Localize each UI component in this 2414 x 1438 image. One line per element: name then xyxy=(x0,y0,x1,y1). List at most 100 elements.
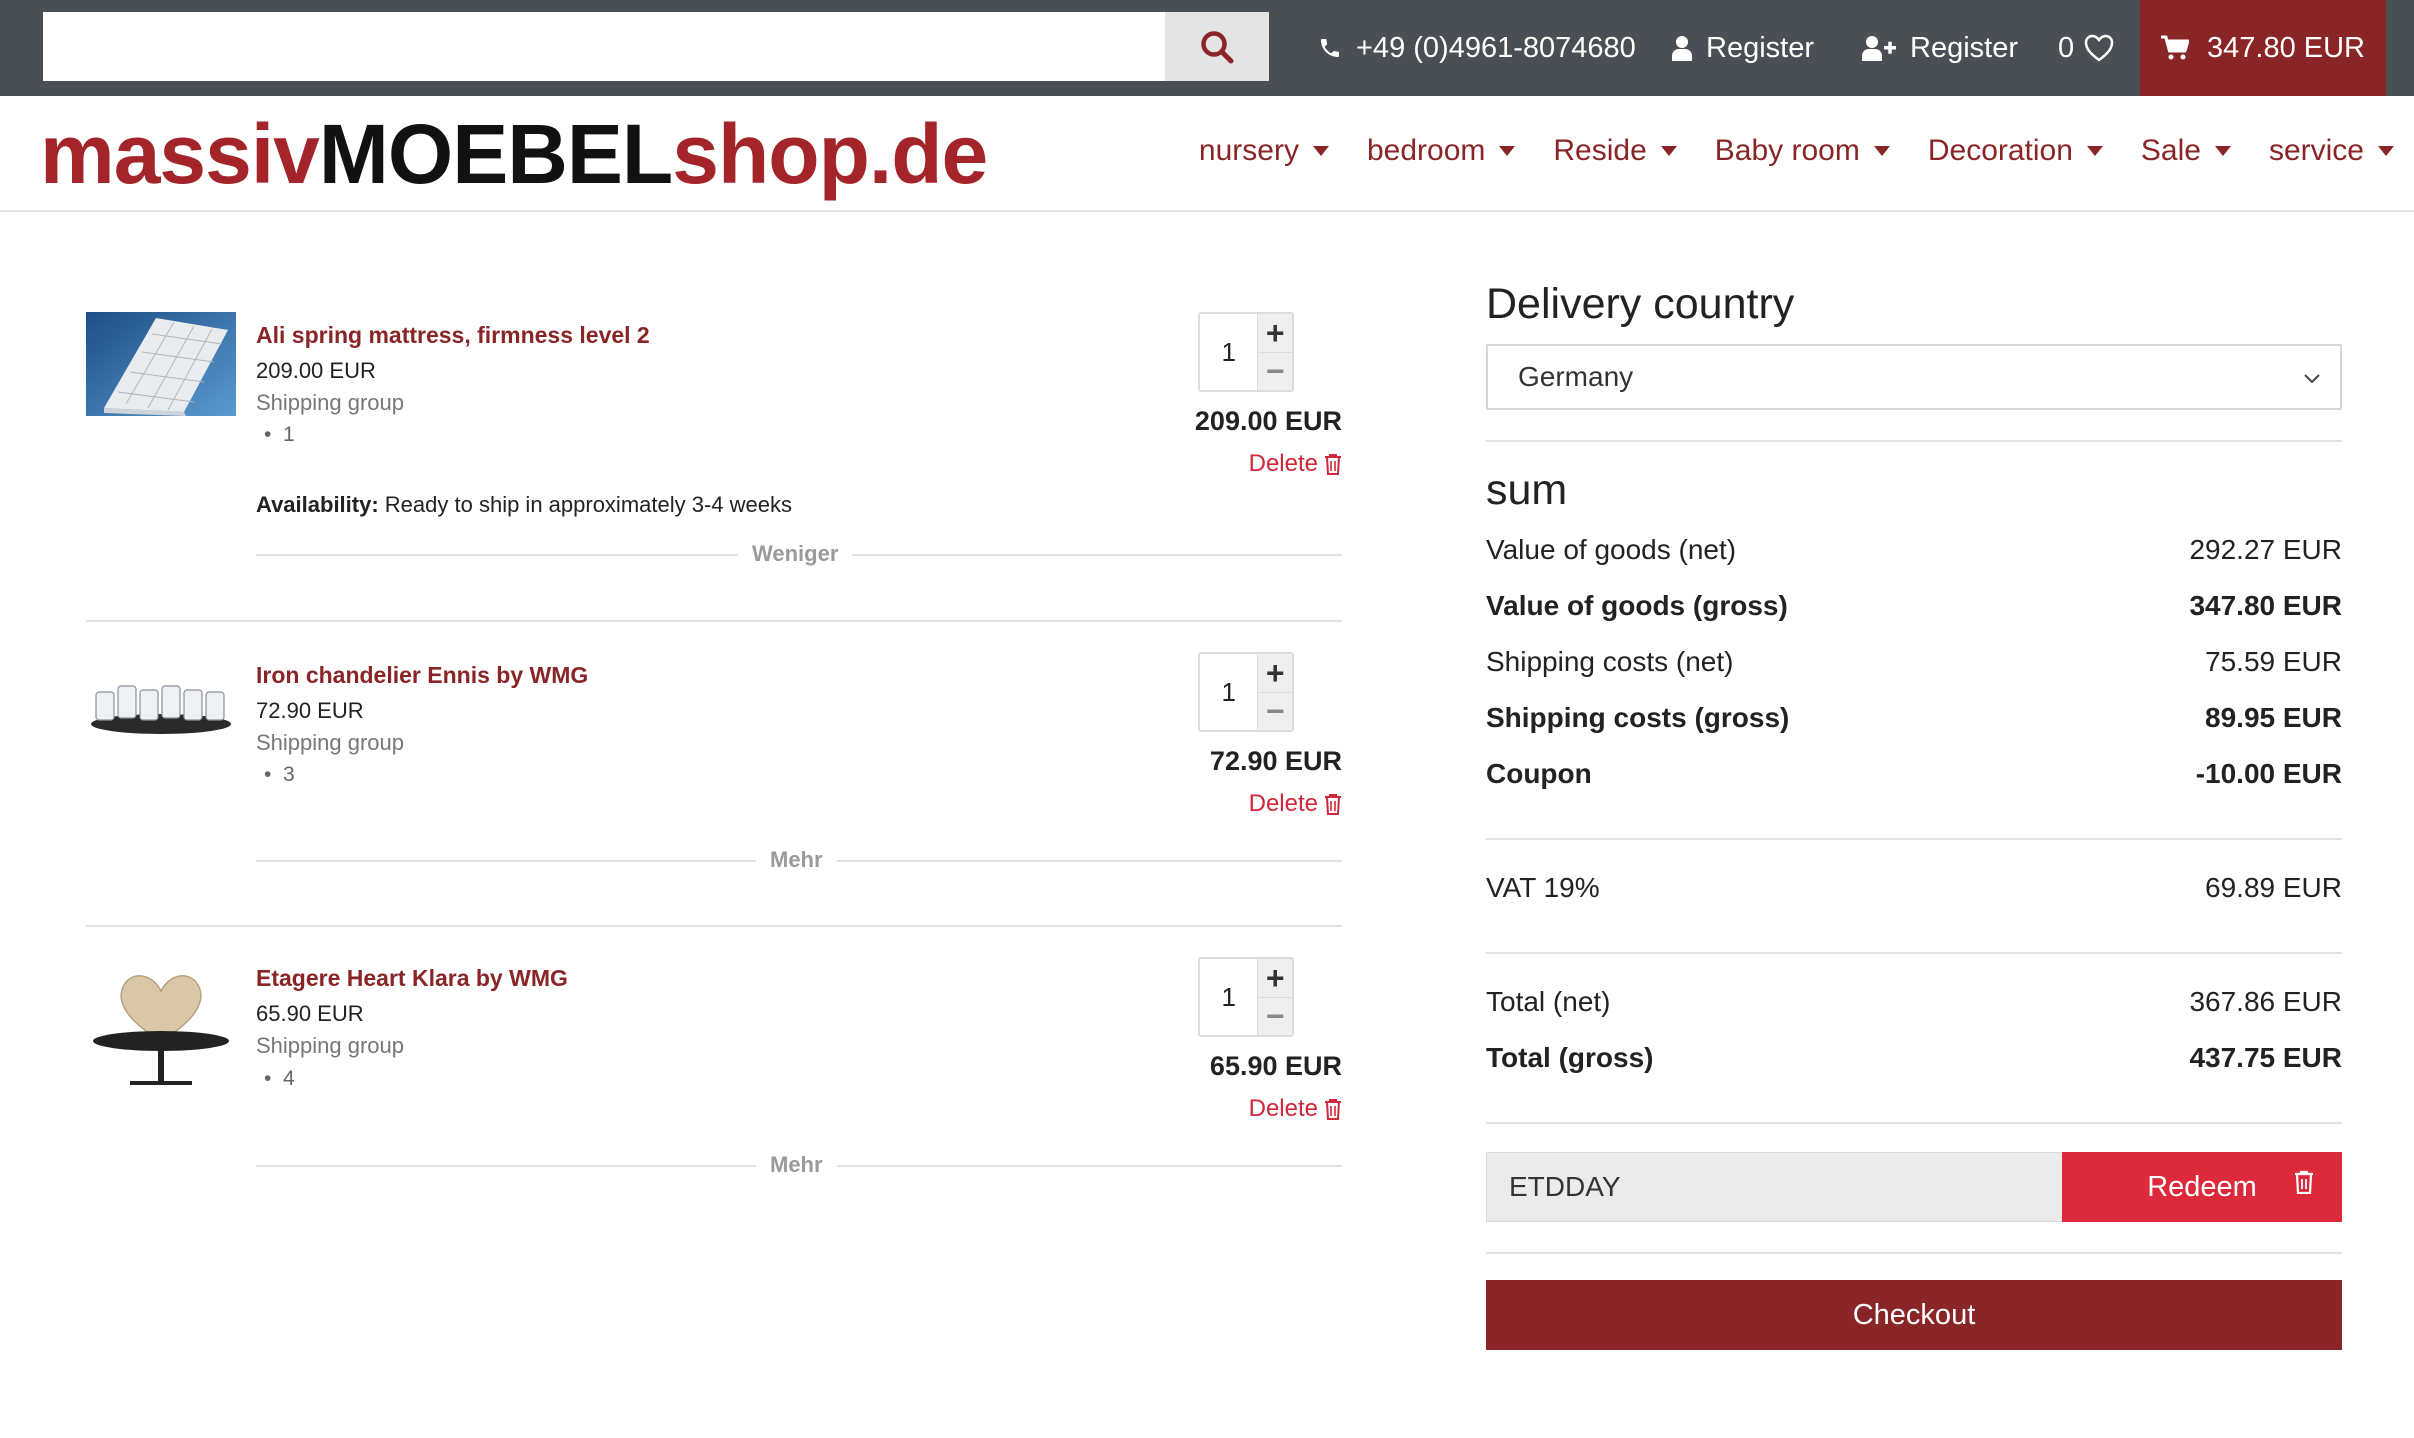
caret-down-icon xyxy=(2086,146,2103,156)
minus-icon[interactable]: − xyxy=(1258,996,1292,1035)
delete-label: Delete xyxy=(1248,1095,1318,1122)
nav-label: Baby room xyxy=(1714,134,1860,167)
logo-part-1: massiv xyxy=(40,107,320,201)
product-image-etagere[interactable] xyxy=(86,963,236,1091)
summary-row-shipping-gross: Shipping costs (gross) 89.95 EUR xyxy=(1486,702,2342,734)
row-value: 292.27 EUR xyxy=(2189,534,2342,565)
checkout-button[interactable]: Checkout xyxy=(1486,1280,2342,1350)
trash-icon xyxy=(1325,1099,1341,1120)
nav-item-bedroom[interactable]: bedroom xyxy=(1367,134,1516,168)
shipping-group-label: Shipping group xyxy=(256,1033,405,1058)
product-image-chandelier[interactable] xyxy=(86,652,236,756)
plus-icon[interactable]: + xyxy=(1258,959,1292,997)
user-plus-icon xyxy=(1862,36,1896,61)
plus-icon[interactable]: + xyxy=(1258,654,1292,692)
delete-label: Delete xyxy=(1248,790,1318,817)
logo-part-3: shop.de xyxy=(672,107,988,201)
product-image-mattress[interactable] xyxy=(86,312,236,416)
redeem-button[interactable]: Redeem xyxy=(2062,1152,2342,1222)
minus-icon[interactable]: − xyxy=(1258,351,1292,390)
cart-item: Etagere Heart Klara by WMG 65.90 EUR Shi… xyxy=(86,955,1342,1175)
wishlist-link[interactable]: 0 xyxy=(2058,0,2128,96)
nav-item-sale[interactable]: Sale xyxy=(2141,134,2231,168)
summary-divider xyxy=(1486,1122,2342,1124)
nav-label: Decoration xyxy=(1927,134,2073,167)
quantity-value[interactable]: 1 xyxy=(1200,314,1257,390)
phone-link[interactable]: +49 (0)4961-8074680 xyxy=(1318,0,1636,96)
less-toggle[interactable]: Weniger xyxy=(738,541,853,567)
caret-down-icon xyxy=(2378,146,2394,156)
nav-item-reside[interactable]: Reside xyxy=(1553,134,1677,168)
search-button[interactable] xyxy=(1165,12,1269,81)
row-label: Value of goods (net) xyxy=(1486,534,1737,565)
row-value: 89.95 EUR xyxy=(2205,702,2342,733)
quantity-stepper[interactable]: 1 + − xyxy=(1198,652,1294,732)
redeem-label: Redeem xyxy=(2147,1170,2257,1203)
delete-button[interactable]: Delete xyxy=(1249,1095,1342,1123)
quantity-stepper[interactable]: 1 + − xyxy=(1198,957,1294,1037)
caret-down-icon xyxy=(1499,146,1516,156)
nav-item-nursery[interactable]: nursery xyxy=(1199,134,1329,168)
shipping-group-label: Shipping group xyxy=(256,730,405,755)
line-total: 209.00 EUR xyxy=(1194,406,1342,436)
site-logo[interactable]: massivMOEBELshop.de xyxy=(40,106,988,203)
minus-icon[interactable]: − xyxy=(1258,691,1292,730)
summary-row-goods-gross: Value of goods (gross) 347.80 EUR xyxy=(1486,590,2342,622)
nav-item-baby-room[interactable]: Baby room xyxy=(1715,134,1890,168)
row-value: 69.89 EUR xyxy=(2205,872,2342,903)
shipping-group-number: 3 xyxy=(283,763,295,786)
register-label-1: Register xyxy=(1706,31,1814,64)
delete-button[interactable]: Delete xyxy=(1249,450,1342,478)
trash-icon[interactable] xyxy=(2294,1170,2314,1194)
row-value: 437.75 EUR xyxy=(2189,1042,2342,1073)
search-icon xyxy=(1201,30,1234,63)
more-toggle[interactable]: Mehr xyxy=(756,847,837,873)
shipping-group-value: • 3 xyxy=(264,763,295,786)
plus-icon[interactable]: + xyxy=(1258,314,1292,352)
availability-value: Ready to ship in approximately 3-4 weeks xyxy=(384,492,793,517)
product-price: 65.90 EUR xyxy=(256,1001,364,1026)
summary-divider xyxy=(1486,1252,2342,1254)
cart-button[interactable]: 347.80 EUR xyxy=(2140,0,2386,96)
main-nav: nursery bedroom Reside Baby room Decorat… xyxy=(1199,134,2394,168)
logo-part-2: MOEBEL xyxy=(318,107,673,201)
quantity-value[interactable]: 1 xyxy=(1200,959,1257,1035)
row-label: Total (gross) xyxy=(1486,1042,1654,1073)
delivery-country-heading: Delivery country xyxy=(1486,280,1795,328)
trash-icon xyxy=(1325,794,1341,815)
product-price: 209.00 EUR xyxy=(256,358,376,383)
delete-button[interactable]: Delete xyxy=(1249,790,1342,818)
quantity-stepper[interactable]: 1 + − xyxy=(1198,312,1294,392)
nav-item-service[interactable]: service xyxy=(2269,134,2394,168)
line-total: 65.90 EUR xyxy=(1209,1051,1342,1081)
quantity-buttons: + − xyxy=(1257,314,1292,390)
trash-icon xyxy=(1325,454,1341,475)
row-label: Coupon xyxy=(1486,758,1592,789)
register-link-2[interactable]: Register xyxy=(1862,0,2018,96)
quantity-value[interactable]: 1 xyxy=(1200,654,1257,730)
caret-down-icon xyxy=(1660,146,1677,156)
nav-label: service xyxy=(2268,134,2364,167)
summary-row-coupon: Coupon -10.00 EUR xyxy=(1486,758,2342,790)
cart-icon xyxy=(2161,35,2189,60)
quantity-buttons: + − xyxy=(1257,959,1292,1035)
coupon-code-input[interactable]: ETDDAY xyxy=(1486,1152,2066,1222)
search-input[interactable] xyxy=(43,12,1165,81)
product-title[interactable]: Ali spring mattress, firmness level 2 xyxy=(256,322,650,349)
user-icon xyxy=(1672,36,1692,61)
register-link-1[interactable]: Register xyxy=(1672,0,1814,96)
summary-row-total-net: Total (net) 367.86 EUR xyxy=(1486,986,2342,1018)
register-label-2: Register xyxy=(1910,31,2018,64)
summary-row-vat: VAT 19% 69.89 EUR xyxy=(1486,872,2342,904)
shipping-group-value: • 1 xyxy=(264,423,295,446)
selected-country: Germany xyxy=(1518,361,1634,392)
product-title[interactable]: Iron chandelier Ennis by WMG xyxy=(256,662,588,689)
delivery-country-select[interactable]: Germany xyxy=(1486,344,2342,410)
more-toggle[interactable]: Mehr xyxy=(756,1152,837,1178)
product-title[interactable]: Etagere Heart Klara by WMG xyxy=(256,965,568,992)
row-label: Total (net) xyxy=(1486,986,1611,1017)
shipping-group-number: 1 xyxy=(283,423,295,446)
caret-down-icon xyxy=(1873,146,1890,156)
nav-item-decoration[interactable]: Decoration xyxy=(1928,134,2103,168)
site-header: massivMOEBELshop.de nursery bedroom Resi… xyxy=(0,96,2414,212)
